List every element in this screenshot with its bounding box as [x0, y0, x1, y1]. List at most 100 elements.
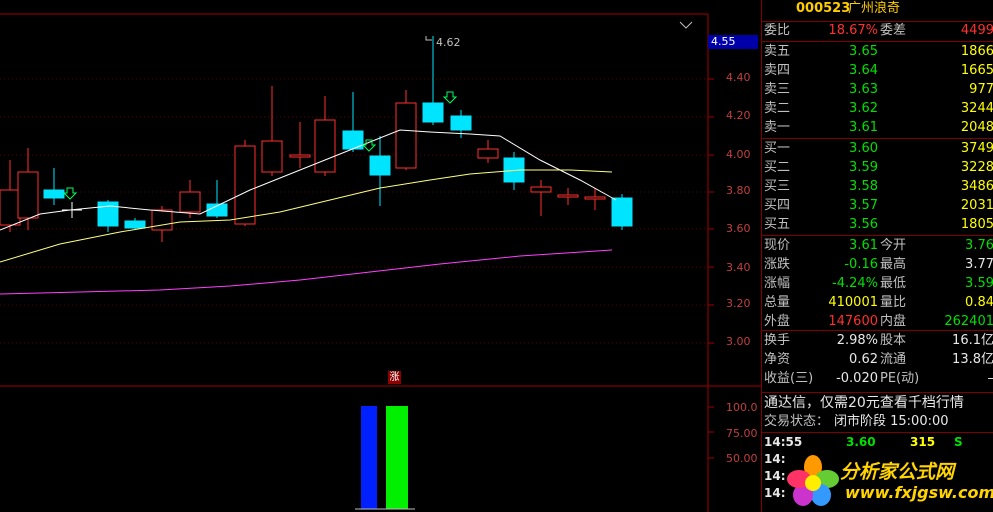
- candle-body: [179, 191, 201, 213]
- candle-body: [0, 189, 21, 226]
- ask-price: 3.63: [849, 82, 878, 97]
- ask-price: 3.61: [849, 120, 878, 135]
- quote-value-2: 3.59: [965, 276, 993, 291]
- current-price-marker: 4.55: [708, 35, 758, 49]
- candle-body: [314, 119, 336, 173]
- trade-status-label: 交易状态：: [764, 414, 830, 429]
- fund-label: 净资: [764, 352, 791, 367]
- bid-row: 买二 3.59 3228: [762, 159, 993, 177]
- stock-name: 广州浪奇: [848, 1, 901, 16]
- volume-tick-label: 50.00: [726, 452, 758, 465]
- ask-price: 3.62: [849, 101, 878, 116]
- bid-row: 买一 3.60 3749: [762, 140, 993, 158]
- ask-price: 3.65: [849, 44, 878, 59]
- trade-status: 交易状态： 闭市阶段 15:00:00: [762, 413, 993, 431]
- fund-label: 收益(三): [764, 371, 814, 386]
- quote-value: -0.16: [844, 257, 878, 272]
- tick-time: 14:: [764, 469, 786, 483]
- bid-price: 3.56: [849, 217, 878, 232]
- fund-label-2: 股本: [880, 333, 907, 348]
- quote-label: 总量: [764, 295, 791, 310]
- quote-row: 涨幅 -4.24% 最低 3.59: [762, 275, 993, 293]
- candle-body: [611, 197, 633, 227]
- quote-value: -4.24%: [832, 276, 878, 291]
- quote-label: 涨幅: [764, 276, 791, 291]
- quote-label-2: 量比: [880, 295, 907, 310]
- price-tick-label: 3.40: [726, 261, 751, 274]
- watermark-url: www.fxjgsw.com: [845, 483, 993, 502]
- bid-volume: 3486: [960, 179, 993, 194]
- watermark-title: 分析家公式网: [840, 461, 955, 483]
- bid-row: 买五 3.56 1805: [762, 216, 993, 234]
- tick-time: 14:: [764, 452, 786, 466]
- quote-label: 涨跌: [764, 257, 791, 272]
- bid-label: 买三: [764, 179, 791, 194]
- commission-ratio-row: 委比 18.67% 委差 4499: [762, 22, 993, 40]
- quote-value-2: 3.76: [965, 238, 993, 253]
- kline-chart[interactable]: 4.62: [0, 0, 761, 512]
- flower-logo-icon: [787, 455, 839, 506]
- price-tick-label: 3.60: [726, 222, 751, 235]
- quote-value: 3.61: [849, 238, 878, 253]
- zhang-tag: 涨: [388, 371, 401, 384]
- tick-vol: 315: [910, 435, 936, 449]
- price-tick-label: 4.20: [726, 109, 751, 122]
- fundamental-row: 净资 0.62 流通 13.8亿: [762, 351, 993, 369]
- volume-bar-green: [386, 406, 408, 509]
- fund-label: 换手: [764, 333, 791, 348]
- price-tick-label: 4.40: [726, 71, 751, 84]
- candle-body: [261, 140, 283, 173]
- diff-value: 4499: [960, 23, 993, 38]
- ask-label: 卖四: [764, 63, 791, 78]
- candle-body: [151, 209, 173, 231]
- candle-body: [124, 220, 146, 229]
- bid-volume: 2031: [960, 198, 993, 213]
- tick-time: 14:55: [764, 435, 803, 449]
- bid-row: 买四 3.57 2031: [762, 197, 993, 215]
- quote-label: 外盘: [764, 314, 791, 329]
- quote-value-2: 262401: [944, 314, 993, 329]
- bid-label: 买一: [764, 141, 791, 156]
- promo-text[interactable]: 通达信，仅需20元查看千档行情: [764, 394, 993, 412]
- price-tick-label: 3.20: [726, 297, 751, 310]
- quote-label-2: 内盘: [880, 314, 907, 329]
- candle-body: [17, 171, 39, 219]
- quote-label-2: 今开: [880, 238, 907, 253]
- candle-body: [369, 155, 391, 176]
- ratio-value: 18.67%: [828, 23, 878, 38]
- candle-body: [43, 189, 65, 199]
- bid-price: 3.58: [849, 179, 878, 194]
- candle-body: [530, 186, 552, 193]
- bid-label: 买二: [764, 160, 791, 175]
- ask-row: 卖二 3.62 3244: [762, 100, 993, 118]
- tick-side: S: [954, 435, 963, 449]
- fund-value: 0.62: [849, 352, 878, 367]
- ask-volume: 1866: [960, 44, 993, 59]
- volume-bar-blue: [361, 406, 377, 509]
- quote-value: 410001: [828, 295, 878, 310]
- price-tick-label: 3.00: [726, 335, 751, 348]
- watermark: 分析家公式网 www.fxjgsw.com: [785, 453, 993, 509]
- ask-price: 3.64: [849, 63, 878, 78]
- candle-body: [395, 102, 417, 169]
- candle-body: [97, 201, 119, 227]
- candle-body: [234, 145, 256, 225]
- quote-value-2: 3.77: [965, 257, 993, 272]
- bid-row: 买三 3.58 3486: [762, 178, 993, 196]
- candle-body: [422, 102, 444, 123]
- quote-value: 147600: [828, 314, 878, 329]
- price-tick-label: 3.80: [726, 184, 751, 197]
- ratio-label: 委比: [764, 23, 791, 38]
- bid-volume: 1805: [960, 217, 993, 232]
- quote-row: 涨跌 -0.16 最高 3.77: [762, 256, 993, 274]
- fund-value-2: 16.1亿: [952, 333, 993, 348]
- bid-label: 买五: [764, 217, 791, 232]
- ask-label: 卖五: [764, 44, 791, 59]
- fund-value: -0.020: [836, 371, 878, 386]
- fundamental-row: 换手 2.98% 股本 16.1亿: [762, 332, 993, 350]
- quote-row: 现价 3.61 今开 3.76: [762, 237, 993, 255]
- ask-label: 卖三: [764, 82, 791, 97]
- ask-row: 卖四 3.64 1665: [762, 62, 993, 80]
- bid-price: 3.57: [849, 198, 878, 213]
- trade-status-value: 闭市阶段 15:00:00: [834, 414, 949, 429]
